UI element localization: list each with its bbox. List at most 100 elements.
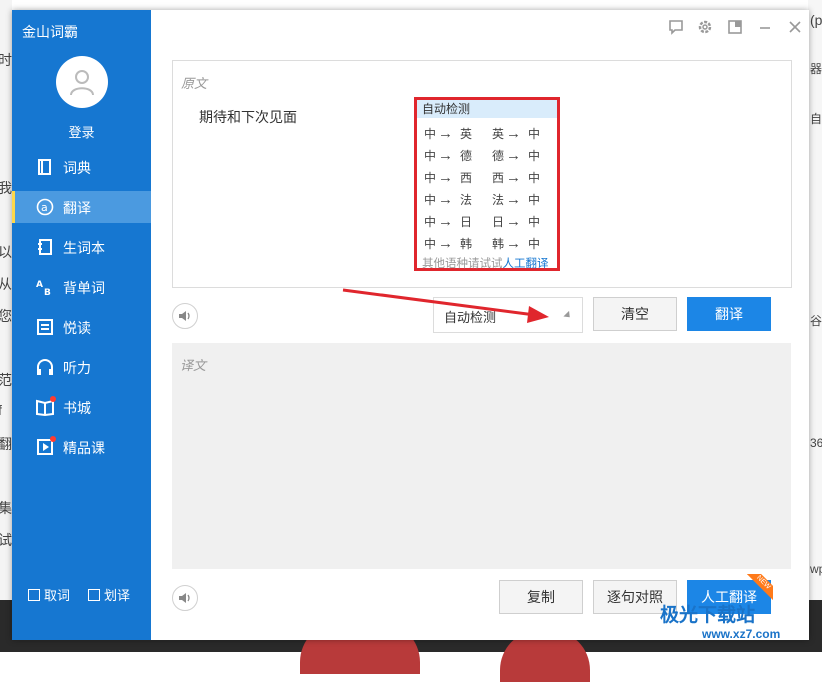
- popup-header-auto-detect[interactable]: 自动检测: [417, 100, 557, 118]
- language-dropdown-popup: 自动检测 中 → 英英 → 中中 → 德德 → 中中 → 西西 → 中中 → 法法 → 中中 → 日日 → 中中 → 韩韩 →…: [414, 97, 560, 271]
- human-translate-link[interactable]: 人工翻译: [503, 258, 549, 270]
- source-language: 中: [424, 215, 437, 229]
- bookstore-icon: [36, 396, 56, 416]
- arrow-right-icon: →: [506, 146, 521, 164]
- background-text: 集: [0, 500, 12, 516]
- new-badge-text: NEW: [747, 574, 773, 600]
- language-pair-option[interactable]: 中 → 日: [424, 213, 492, 230]
- close-icon[interactable]: [786, 18, 804, 36]
- sidebar-item-course[interactable]: 精品课: [12, 431, 151, 463]
- arrow-right-icon: →: [506, 124, 521, 142]
- headphones-icon: [36, 358, 54, 376]
- sidebar-item-reading[interactable]: 悦读: [12, 311, 151, 343]
- language-pair-option[interactable]: 日 → 中: [492, 213, 560, 230]
- copy-word-toggle[interactable]: 取词: [28, 585, 70, 604]
- source-language: 日: [492, 215, 505, 229]
- speaker-icon: [179, 311, 190, 321]
- translate-button[interactable]: 翻译: [687, 297, 771, 331]
- language-pair-option[interactable]: 英 → 中: [492, 125, 560, 142]
- language-pair-option[interactable]: 韩 → 中: [492, 235, 560, 252]
- watermark: 极光下载站 www.xz7.com: [660, 600, 780, 641]
- popup-footer-text: 其他语种请试试: [422, 258, 503, 270]
- target-language: 西: [460, 171, 473, 185]
- background-text: 我: [0, 180, 12, 196]
- select-translate-toggle[interactable]: 划译: [88, 585, 130, 604]
- sidebar-item-translate[interactable]: a 翻译: [12, 191, 151, 223]
- sidebar-item-vocab[interactable]: AB 背单词: [12, 271, 151, 303]
- speaker-icon: [179, 593, 190, 603]
- target-text-area[interactable]: 译文: [172, 343, 791, 569]
- source-language: 韩: [492, 237, 505, 251]
- source-language: 英: [492, 127, 505, 141]
- gear-icon[interactable]: [696, 18, 714, 36]
- target-speaker-button[interactable]: [172, 585, 198, 611]
- target-language: 中: [528, 215, 541, 229]
- arrow-right-icon: →: [506, 168, 521, 186]
- checkbox[interactable]: [28, 588, 40, 601]
- arrow-right-icon: →: [438, 146, 453, 164]
- background-text: f: [0, 402, 2, 418]
- source-language: 中: [424, 127, 437, 141]
- target-language: 中: [528, 127, 541, 141]
- sidebar: 金山词霸 登录 词典 a 翻译 生词本 AB 背单词 悦读 听力 书城 精品课 …: [12, 10, 151, 640]
- language-pair-option[interactable]: 中 → 韩: [424, 235, 492, 252]
- background-text: 谷: [810, 314, 822, 328]
- background-text: 翻: [0, 436, 12, 452]
- copy-word-label: 取词: [44, 588, 71, 603]
- background-left-panel: 时 我 以 从 您 范 f 翻 集 试: [0, 0, 12, 652]
- feedback-icon[interactable]: [667, 18, 685, 36]
- language-pair-option[interactable]: 西 → 中: [492, 169, 560, 186]
- language-pair-option[interactable]: 中 → 德: [424, 147, 492, 164]
- avatar[interactable]: [56, 56, 108, 108]
- source-language: 法: [492, 193, 505, 207]
- background-right-panel: (p 器 自 谷 36 wp: [808, 0, 822, 652]
- login-link[interactable]: 登录: [12, 122, 151, 141]
- arrow-right-icon: →: [438, 212, 453, 230]
- background-text: 自: [810, 112, 822, 126]
- svg-text:A: A: [36, 280, 43, 290]
- checkbox[interactable]: [88, 588, 100, 601]
- dropdown-arrow-icon: [563, 310, 573, 321]
- vocab-icon: AB: [36, 278, 54, 296]
- sidebar-item-label: 听力: [63, 360, 91, 376]
- course-icon: [36, 436, 56, 456]
- sidebar-item-label: 翻译: [63, 200, 91, 216]
- sidebar-item-label: 悦读: [63, 320, 91, 336]
- source-language: 德: [492, 149, 505, 163]
- source-text[interactable]: 期待和下次见面: [199, 107, 297, 127]
- language-pair-row: 中 → 德德 → 中: [424, 147, 560, 164]
- sidebar-item-bookstore[interactable]: 书城: [12, 391, 151, 423]
- background-text: 范: [0, 372, 12, 388]
- source-placeholder: 原文: [181, 76, 208, 91]
- svg-text:a: a: [41, 201, 48, 214]
- sidebar-item-label: 书城: [63, 400, 91, 416]
- wordbook-icon: [36, 238, 54, 256]
- sidebar-item-listening[interactable]: 听力: [12, 351, 151, 383]
- language-pair-option[interactable]: 中 → 法: [424, 191, 492, 208]
- language-pair-option[interactable]: 德 → 中: [492, 147, 560, 164]
- select-translate-label: 划译: [104, 588, 131, 603]
- popup-footer: 其他语种请试试人工翻译: [422, 255, 549, 271]
- background-text: 36: [810, 436, 822, 450]
- mini-mode-icon[interactable]: [726, 18, 744, 36]
- source-speaker-button[interactable]: [172, 303, 198, 329]
- sidebar-item-wordbook[interactable]: 生词本: [12, 231, 151, 263]
- minimize-icon[interactable]: [756, 18, 774, 36]
- copy-button[interactable]: 复制: [499, 580, 583, 614]
- language-pair-option[interactable]: 法 → 中: [492, 191, 560, 208]
- target-placeholder: 译文: [180, 358, 207, 373]
- sidebar-item-dictionary[interactable]: 词典: [12, 151, 151, 183]
- background-text: 时: [0, 52, 12, 68]
- svg-text:B: B: [44, 288, 51, 296]
- arrow-right-icon: →: [438, 234, 453, 252]
- source-language: 西: [492, 171, 505, 185]
- target-language: 中: [528, 171, 541, 185]
- app-title: 金山词霸: [22, 24, 78, 40]
- clear-button[interactable]: 清空: [593, 297, 677, 331]
- language-pair-option[interactable]: 中 → 英: [424, 125, 492, 142]
- target-language: 英: [460, 127, 473, 141]
- source-language: 中: [424, 149, 437, 163]
- language-pair-option[interactable]: 中 → 西: [424, 169, 492, 186]
- arrow-right-icon: →: [506, 190, 521, 208]
- new-badge: NEW: [747, 574, 773, 600]
